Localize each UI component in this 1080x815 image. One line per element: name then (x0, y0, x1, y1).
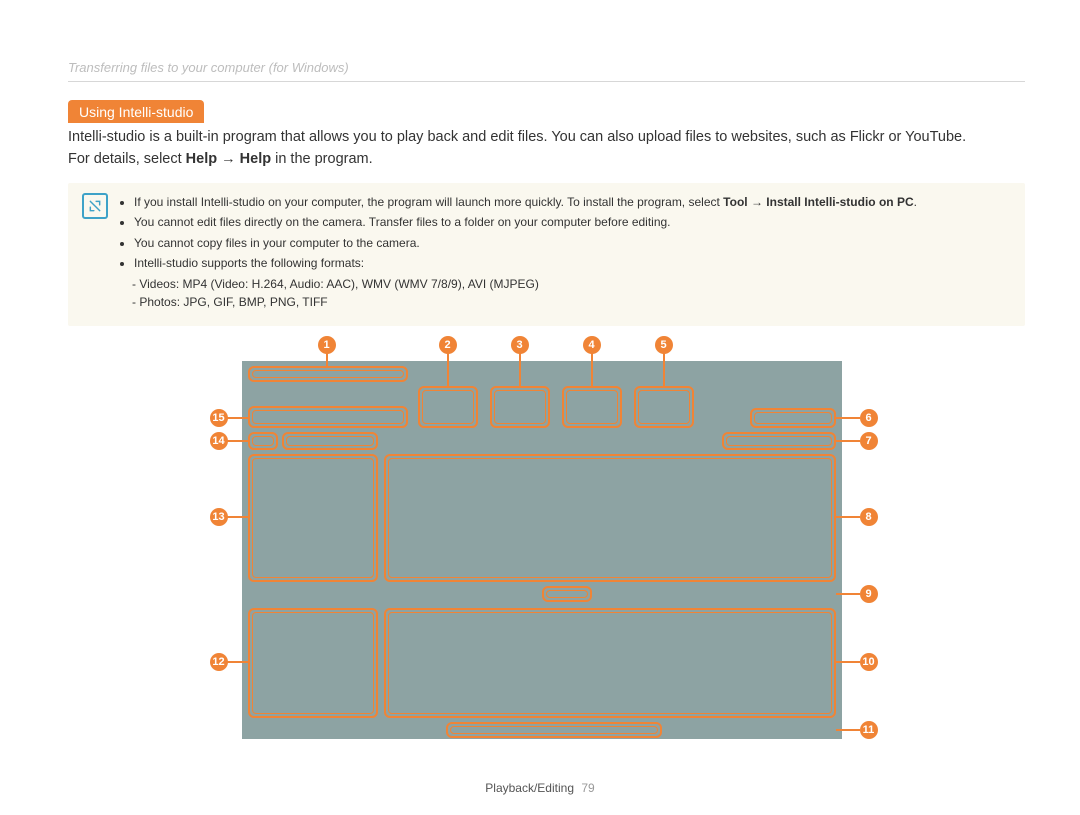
region-menu-bar (248, 366, 408, 382)
region-left-panel-bot (248, 608, 378, 718)
note-item-4: Intelli-studio supports the following fo… (134, 254, 1011, 273)
callout-12: 12 (210, 653, 228, 671)
callout-15: 15 (210, 409, 228, 427)
region-toolbar-4 (634, 386, 694, 428)
note-sub-1: - Videos: MP4 (Video: H.264, Audio: AAC)… (120, 275, 1011, 294)
note-1-post: . (914, 195, 917, 209)
region-tab-b (282, 432, 378, 450)
lead-9 (836, 593, 860, 595)
callout-5: 5 (655, 336, 673, 354)
callout-11: 11 (860, 721, 878, 739)
note-item-3: You cannot copy files in your computer t… (134, 234, 1011, 253)
lead-10 (836, 661, 860, 663)
page-header: Transferring files to your computer (for… (68, 60, 1025, 75)
callout-7: 7 (860, 432, 878, 450)
region-toolbar-2 (490, 386, 550, 428)
lead-14 (226, 440, 248, 442)
note-1-pre: If you install Intelli-studio on your co… (134, 195, 723, 209)
callout-8: 8 (860, 508, 878, 526)
intro-help-1: Help (186, 151, 217, 167)
region-toolbar-3 (562, 386, 622, 428)
region-slider (542, 586, 592, 602)
region-title-area (248, 406, 408, 428)
note-icon (82, 193, 108, 219)
callout-9: 9 (860, 585, 878, 603)
callout-10: 10 (860, 653, 878, 671)
lead-11 (836, 729, 860, 731)
callout-2: 2 (439, 336, 457, 354)
intro-help-2: Help (240, 151, 271, 167)
callout-4: 4 (583, 336, 601, 354)
callout-1: 1 (318, 336, 336, 354)
note-1-bold: Tool → Install Intelli-studio on PC (723, 195, 913, 209)
lead-7 (836, 440, 860, 442)
intro-arrow: → (217, 151, 240, 167)
region-footer-bar (446, 722, 662, 738)
intro-line-2-pre: For details, select (68, 151, 186, 167)
note-formats-photo: Photos: JPG, GIF, BMP, PNG, TIFF (139, 295, 327, 309)
region-view-options (722, 432, 836, 450)
lead-8 (836, 516, 860, 518)
intro-line-1: Intelli-studio is a built-in program tha… (68, 129, 966, 145)
note-sub-2: - Photos: JPG, GIF, BMP, PNG, TIFF (120, 293, 1011, 312)
callout-3: 3 (511, 336, 529, 354)
page-footer: Playback/Editing 79 (0, 781, 1080, 795)
region-tab-a (248, 432, 278, 450)
region-main-panel-bot (384, 608, 836, 718)
region-right-status (750, 408, 836, 428)
note-formats-video: Videos: MP4 (Video: H.264, Audio: AAC), … (139, 277, 538, 291)
section-title: Using Intelli-studio (68, 100, 204, 123)
intro-line-2-post: in the program. (271, 151, 373, 167)
region-left-panel-top (248, 454, 378, 582)
callout-13: 13 (210, 508, 228, 526)
callout-6: 6 (860, 409, 878, 427)
footer-page: 79 (581, 781, 594, 795)
lead-6 (836, 417, 860, 419)
lead-13 (226, 516, 248, 518)
ui-diagram: 1 2 3 4 5 6 7 8 9 10 11 12 13 14 15 (242, 346, 852, 751)
divider (68, 81, 1025, 82)
note-item-2: You cannot edit files directly on the ca… (134, 213, 1011, 232)
region-main-panel-top (384, 454, 836, 582)
intro-paragraph: Intelli-studio is a built-in program tha… (68, 127, 1025, 171)
note-item-1: If you install Intelli-studio on your co… (134, 193, 1011, 212)
lead-15 (226, 417, 248, 419)
region-toolbar-1 (418, 386, 478, 428)
note-box: If you install Intelli-studio on your co… (68, 183, 1025, 327)
callout-14: 14 (210, 432, 228, 450)
lead-12 (226, 661, 248, 663)
footer-section: Playback/Editing (485, 781, 574, 795)
